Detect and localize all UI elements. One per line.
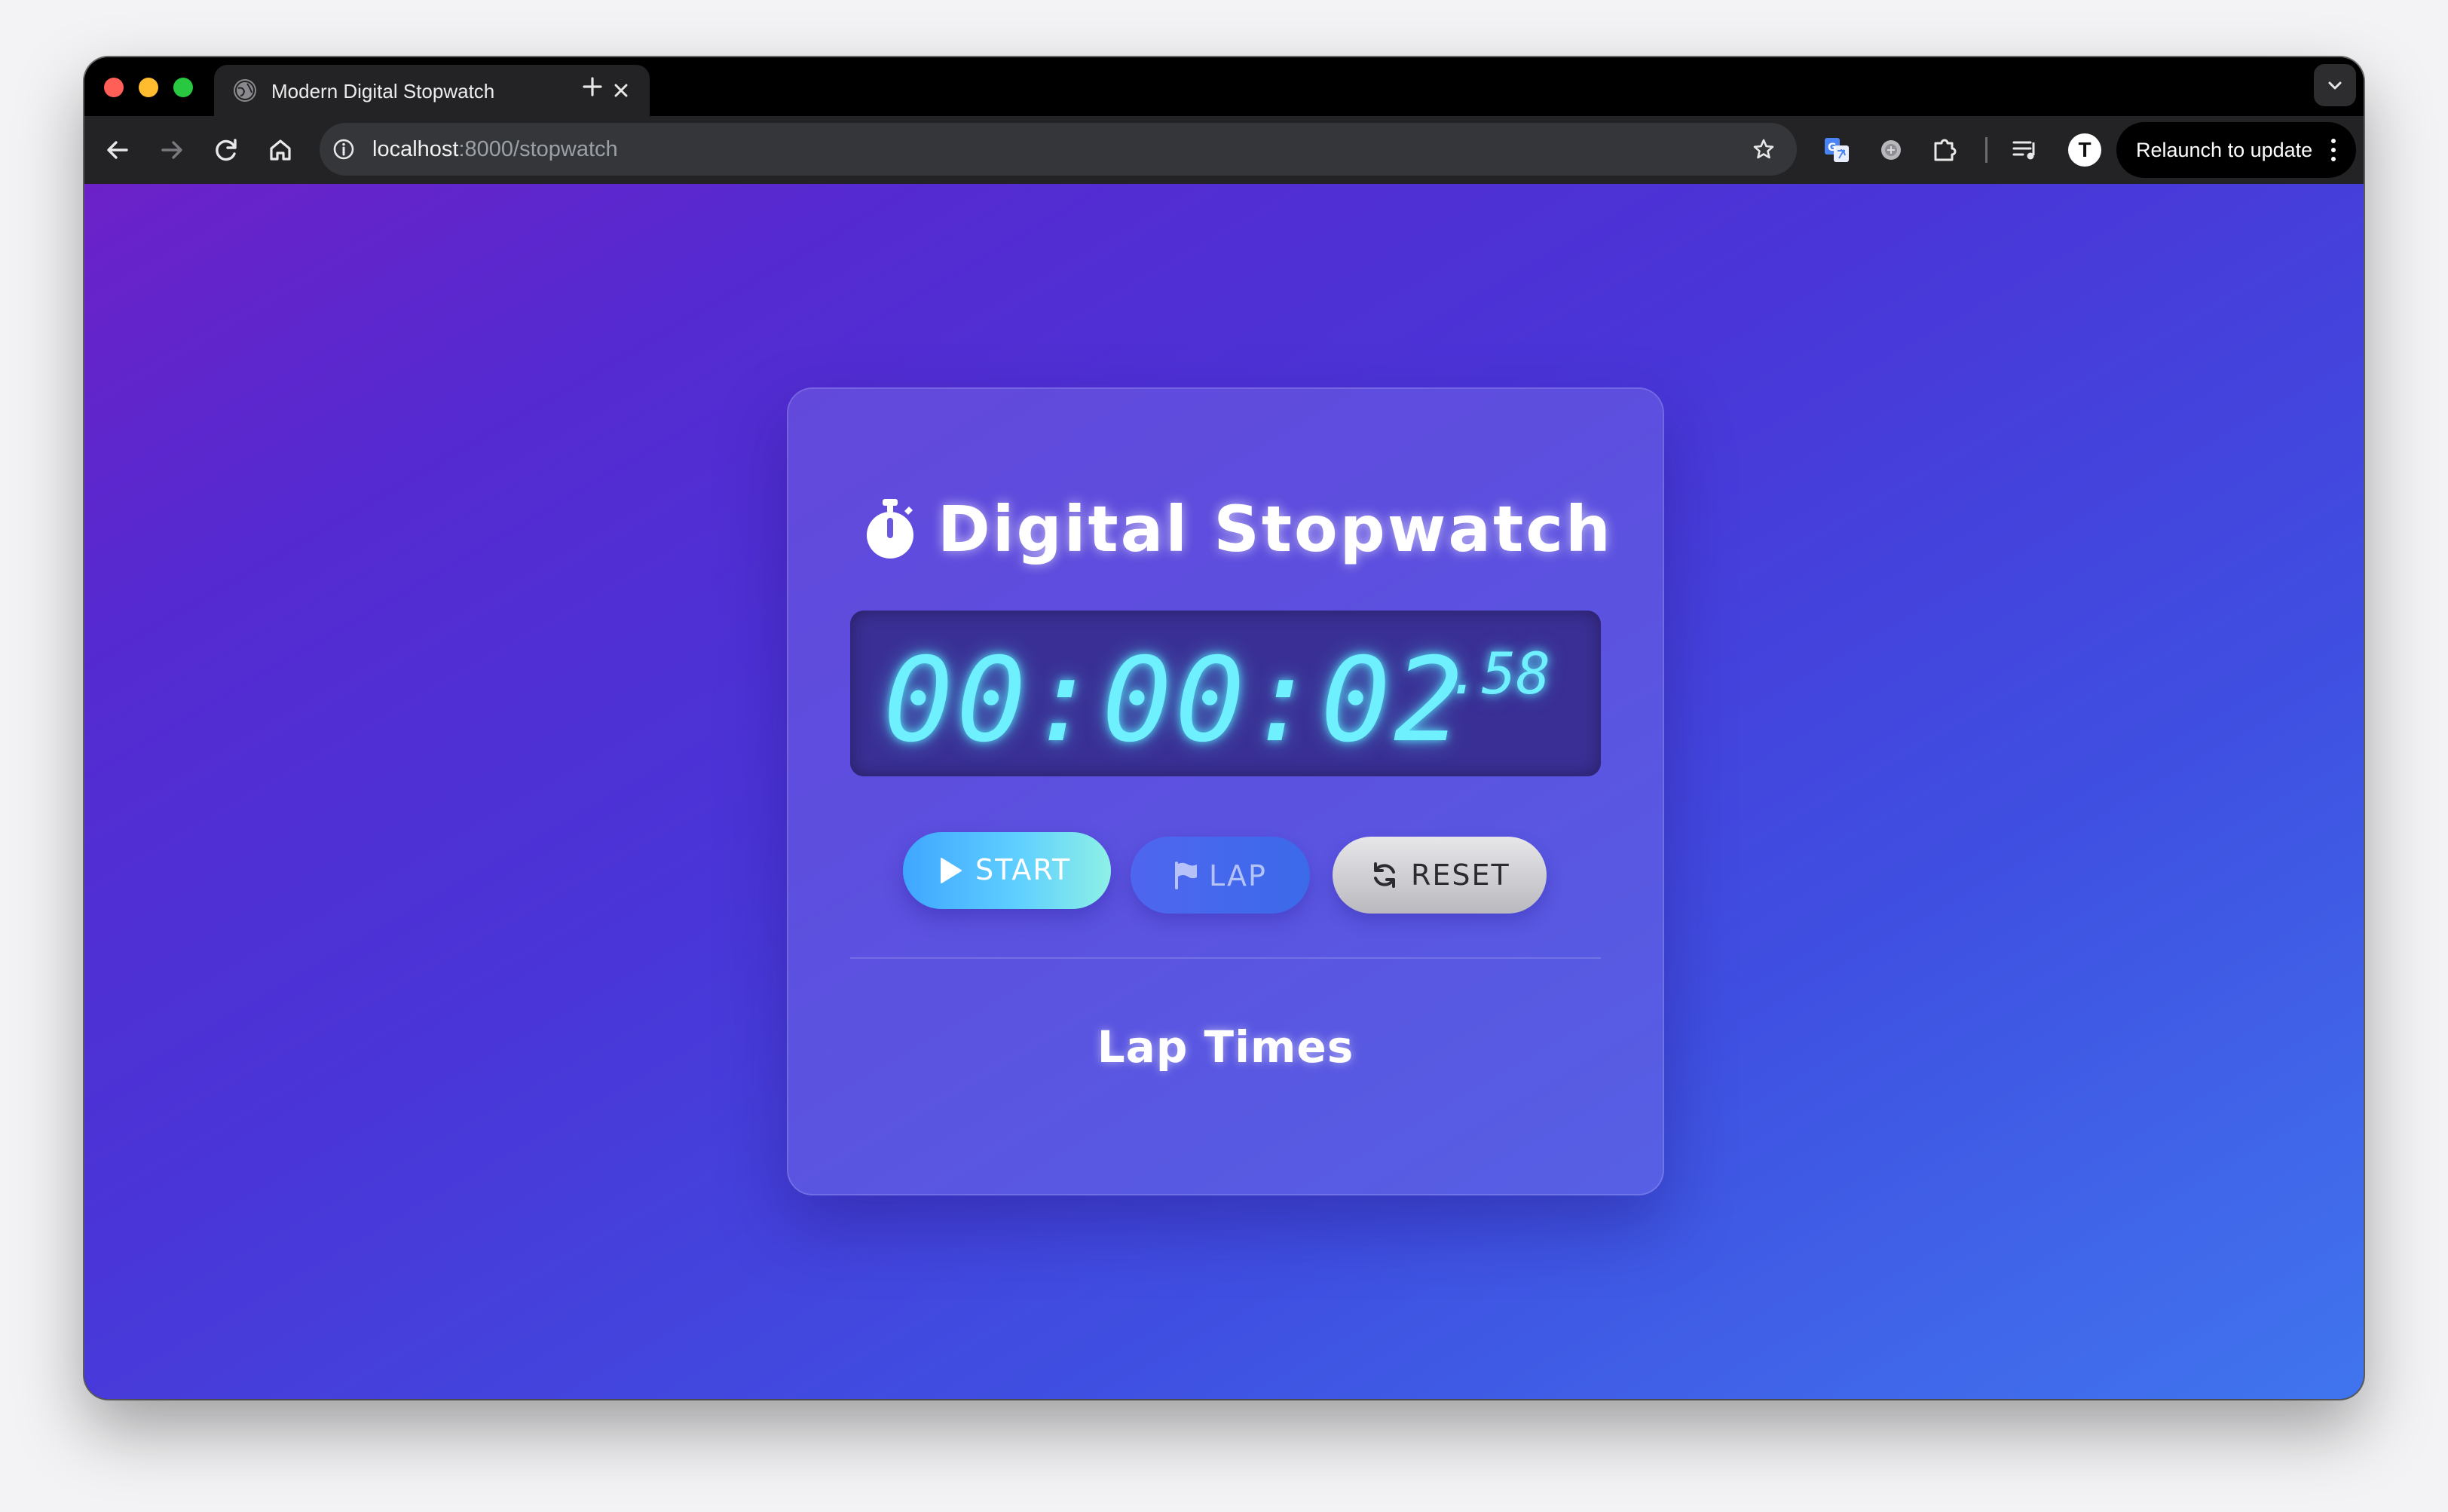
minimize-window-button[interactable] — [139, 78, 158, 97]
page-title: Digital Stopwatch — [938, 492, 1613, 566]
new-tab-icon[interactable] — [580, 75, 604, 99]
back-arrow-icon[interactable] — [99, 132, 136, 168]
browser-toolbar: localhost:8000/stopwatch G T Relaunch to… — [84, 116, 2364, 184]
reset-button[interactable]: RESET — [1333, 837, 1547, 914]
relaunch-button[interactable]: Relaunch to update — [2116, 122, 2356, 178]
url-path: :8000/stopwatch — [458, 137, 618, 161]
relaunch-label: Relaunch to update — [2136, 139, 2313, 161]
start-button[interactable]: START — [903, 832, 1111, 909]
time-main: 00:00:02 — [883, 633, 1467, 768]
url-host: localhost — [372, 137, 459, 161]
reload-icon[interactable] — [208, 132, 244, 168]
flag-icon — [1173, 861, 1198, 889]
stopwatch-icon — [861, 497, 920, 561]
address-bar[interactable]: localhost:8000/stopwatch — [320, 123, 1797, 176]
tab-search-button[interactable] — [2314, 64, 2356, 106]
maximize-window-button[interactable] — [173, 78, 193, 97]
section-divider — [850, 957, 1601, 959]
toolbar-separator — [1985, 137, 1987, 163]
forward-arrow-icon[interactable] — [154, 132, 190, 168]
url-text: localhost:8000/stopwatch — [372, 136, 618, 162]
play-icon — [939, 857, 963, 884]
close-window-button[interactable] — [104, 78, 124, 97]
tab-strip: Modern Digital Stopwatch — [84, 57, 2364, 116]
globe-icon — [234, 79, 256, 102]
profile-avatar[interactable]: T — [2068, 133, 2101, 167]
refresh-icon — [1370, 861, 1399, 889]
extension-circle-icon[interactable] — [1874, 133, 1908, 167]
page-viewport: Digital Stopwatch 00:00:02 .58 START LAP… — [84, 184, 2364, 1399]
time-centiseconds: .58 — [1447, 640, 1551, 707]
time-display: 00:00:02 .58 — [850, 611, 1601, 776]
media-queue-icon[interactable] — [2008, 133, 2043, 167]
translate-icon[interactable]: G — [1819, 133, 1854, 167]
browser-window: Modern Digital Stopwatch localhost:8000/… — [84, 57, 2364, 1399]
lap-button[interactable]: LAP — [1131, 837, 1310, 914]
star-icon[interactable] — [1752, 137, 1776, 161]
close-tab-icon[interactable] — [610, 80, 632, 101]
svg-text:G: G — [1828, 142, 1837, 154]
info-icon[interactable] — [332, 137, 356, 161]
reset-button-label: RESET — [1411, 859, 1510, 892]
chevron-down-icon — [2328, 81, 2342, 90]
kebab-menu-icon[interactable] — [2324, 136, 2342, 164]
puzzle-icon[interactable] — [1928, 133, 1963, 167]
home-icon[interactable] — [262, 132, 298, 168]
start-button-label: START — [975, 853, 1072, 886]
stopwatch-card: Digital Stopwatch 00:00:02 .58 START LAP… — [787, 387, 1664, 1195]
lap-button-label: LAP — [1209, 859, 1267, 892]
tab-title: Modern Digital Stopwatch — [271, 80, 495, 103]
lap-times-heading: Lap Times — [1097, 1021, 1354, 1073]
